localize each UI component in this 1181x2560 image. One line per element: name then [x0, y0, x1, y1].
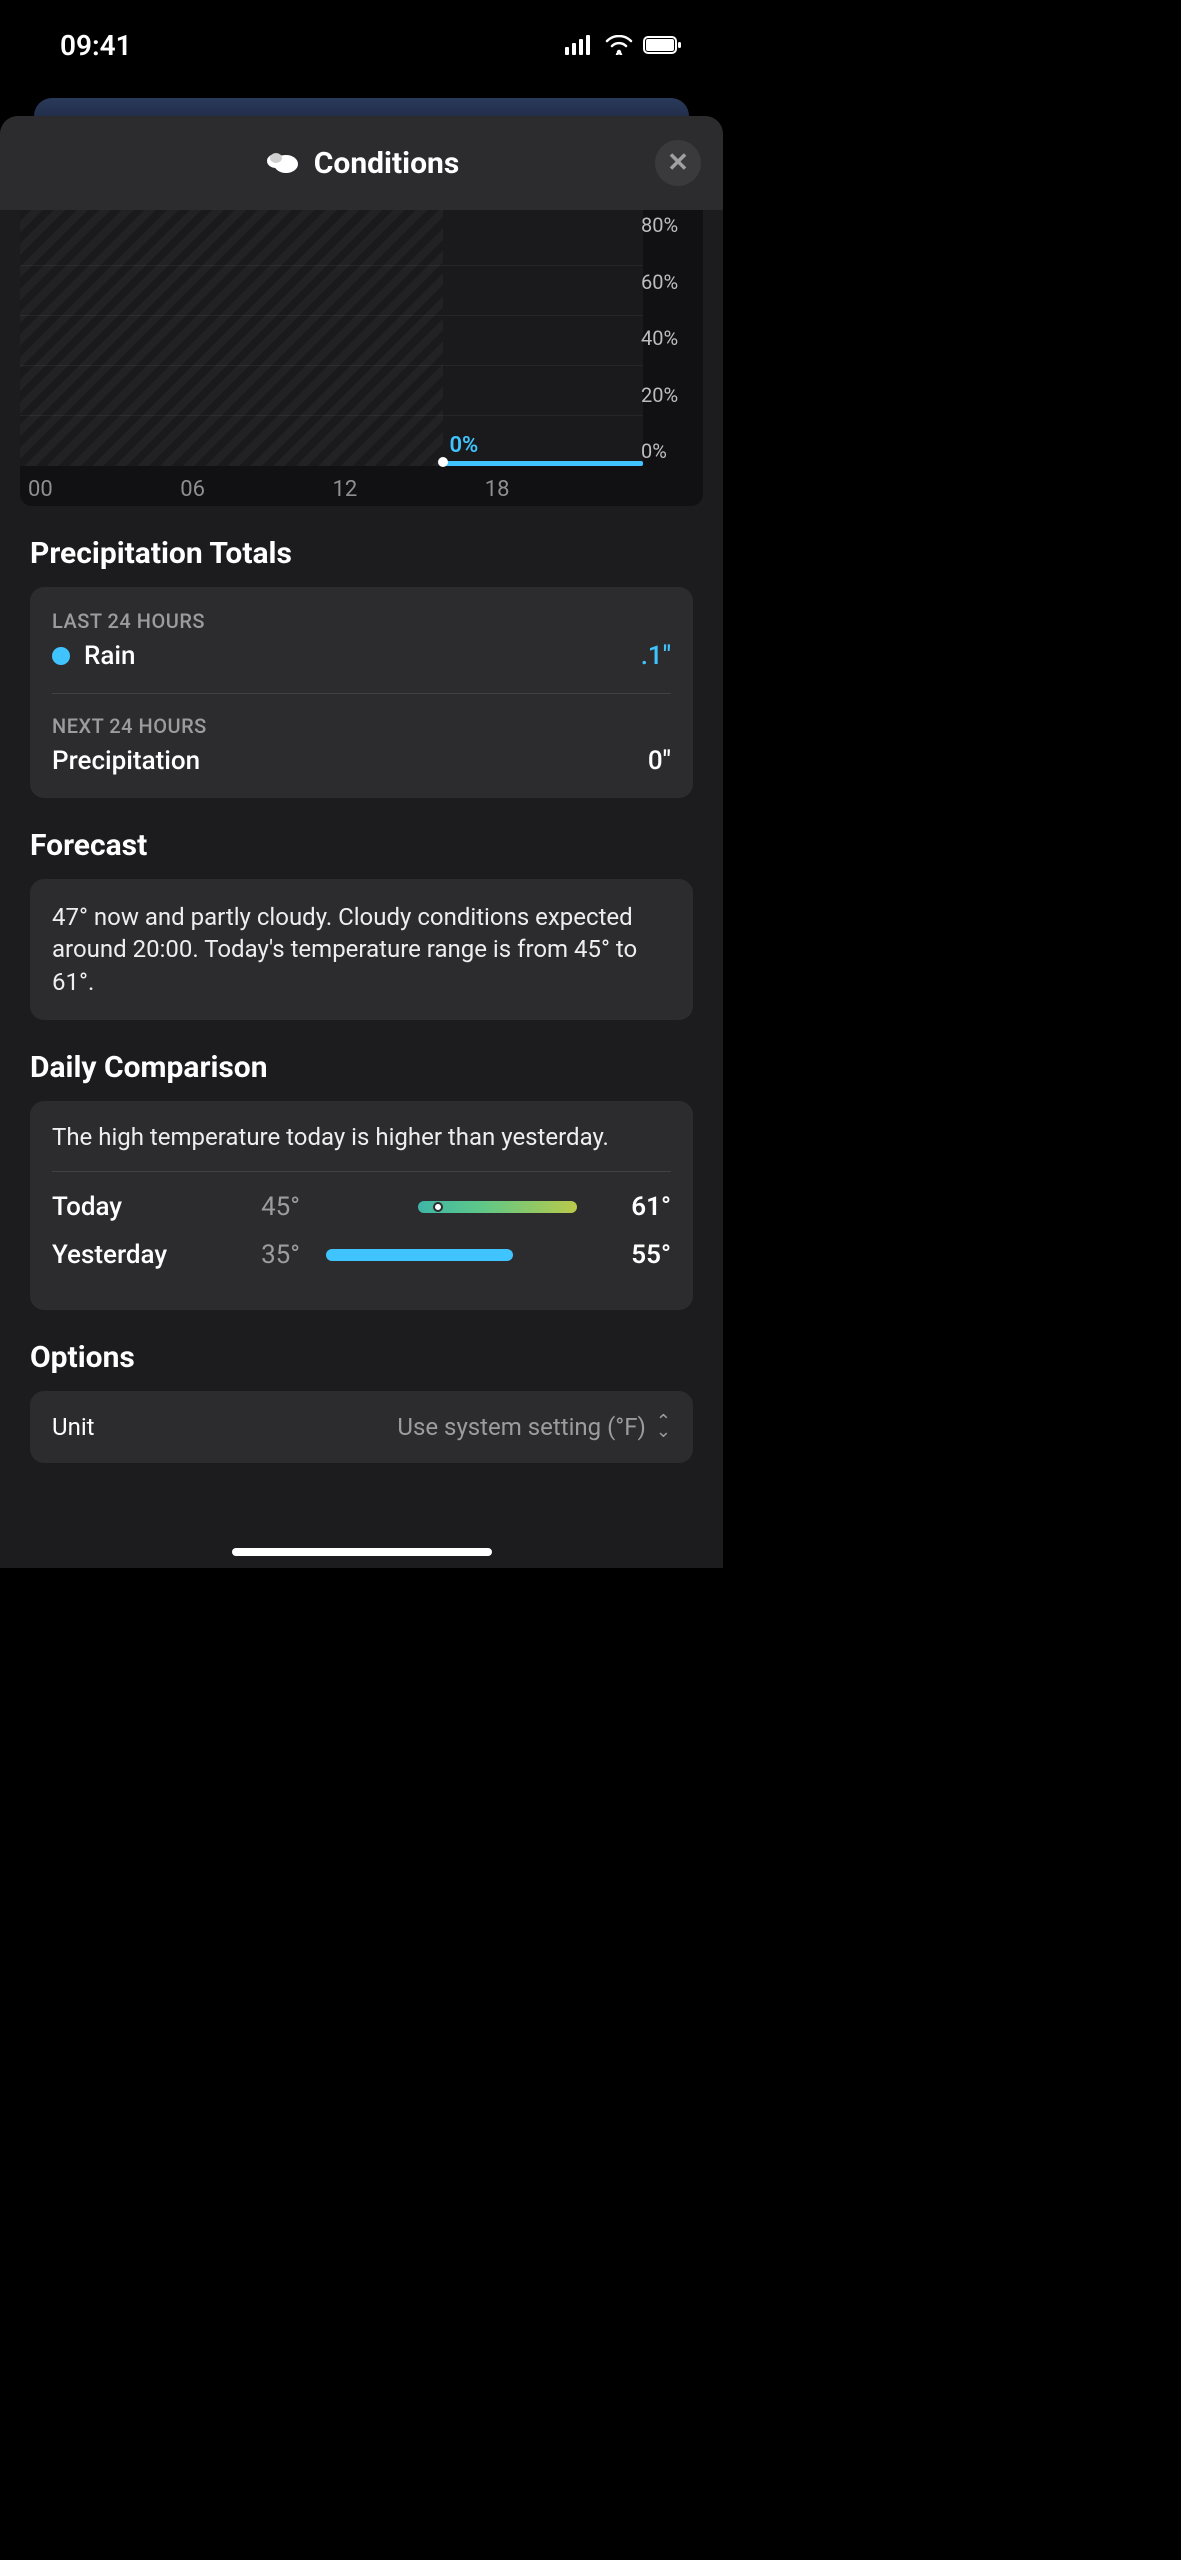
home-indicator[interactable] — [232, 1548, 492, 1556]
compare-row-yesterday: Yesterday 35° 55° — [52, 1240, 671, 1270]
compare-today-low: 45° — [232, 1192, 312, 1222]
daily-comparison-card: The high temperature today is higher tha… — [30, 1101, 693, 1310]
last-24h-label: LAST 24 HOURS — [52, 609, 671, 633]
close-button[interactable]: ✕ — [655, 140, 701, 186]
unit-option-row[interactable]: Unit Use system setting (°F) ⌃⌄ — [52, 1413, 671, 1441]
status-time: 09:41 — [60, 29, 132, 62]
rain-label: Rain — [84, 641, 135, 671]
precipitation-label: Precipitation — [52, 746, 200, 776]
unit-label: Unit — [52, 1413, 95, 1441]
compare-row-today: Today 45° 61° — [52, 1192, 671, 1222]
clouds-icon — [264, 148, 300, 178]
sheet-title: Conditions — [314, 146, 459, 181]
options-title: Options — [0, 1310, 723, 1391]
chart-now-value: 0% — [449, 433, 478, 458]
chart-y-axis: 80% 60% 40% 20% 0% — [641, 210, 697, 466]
compare-yesterday-label: Yesterday — [52, 1240, 232, 1270]
cellular-icon — [565, 35, 595, 55]
forecast-card: 47° now and partly cloudy. Cloudy condit… — [30, 879, 693, 1020]
compare-today-bar — [312, 1201, 591, 1213]
status-bar: 09:41 — [0, 0, 723, 80]
compare-yesterday-high: 55° — [591, 1240, 671, 1270]
next-24h-label: NEXT 24 HOURS — [52, 714, 671, 738]
rain-dot-icon — [52, 647, 70, 665]
sheet-header: Conditions ✕ — [0, 116, 723, 210]
wifi-icon — [605, 35, 633, 55]
chart-past-region — [20, 210, 443, 466]
compare-yesterday-bar — [312, 1249, 591, 1261]
precipitation-value: 0" — [648, 746, 671, 776]
chart-now-marker — [438, 457, 448, 467]
forecast-text: 47° now and partly cloudy. Cloudy condit… — [52, 901, 671, 998]
chart-future-region — [443, 210, 643, 466]
close-icon: ✕ — [667, 148, 689, 178]
options-card: Unit Use system setting (°F) ⌃⌄ — [30, 1391, 693, 1463]
forecast-title: Forecast — [0, 798, 723, 879]
daily-comparison-title: Daily Comparison — [0, 1020, 723, 1101]
chart-x-axis: 00 06 12 18 — [28, 477, 637, 502]
battery-icon — [643, 35, 683, 55]
chart-data-line — [443, 461, 643, 466]
chevron-up-down-icon: ⌃⌄ — [656, 1417, 671, 1437]
rain-value: .1" — [641, 641, 671, 671]
now-temperature-dot — [433, 1202, 443, 1212]
unit-value: Use system setting (°F) — [397, 1413, 645, 1441]
precipitation-chart[interactable]: 0% 80% 60% 40% 20% 0% 00 06 12 18 — [20, 210, 703, 506]
precip-totals-card: LAST 24 HOURS Rain .1" NEXT 24 HOURS Pre… — [30, 587, 693, 798]
compare-today-high: 61° — [591, 1192, 671, 1222]
conditions-sheet: Conditions ✕ 0% 80% 60% 40% — [0, 116, 723, 1568]
precip-totals-title: Precipitation Totals — [0, 506, 723, 587]
status-indicators — [565, 35, 683, 55]
unit-value-wrap: Use system setting (°F) ⌃⌄ — [397, 1413, 671, 1441]
compare-today-label: Today — [52, 1192, 232, 1222]
compare-yesterday-low: 35° — [232, 1240, 312, 1270]
comparison-summary: The high temperature today is higher tha… — [52, 1123, 671, 1172]
rain-row: Rain .1" — [52, 641, 671, 671]
precipitation-row: Precipitation 0" — [52, 746, 671, 776]
